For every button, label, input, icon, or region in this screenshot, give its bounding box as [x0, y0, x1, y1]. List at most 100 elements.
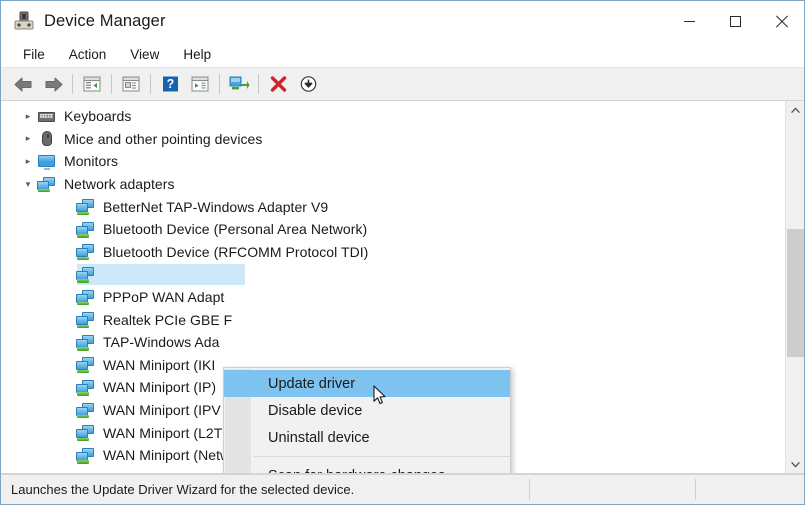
scrollbar-thumb[interactable]: [787, 229, 804, 357]
network-adapter-icon: [76, 425, 95, 441]
minimize-icon: [684, 21, 695, 22]
status-bar-text: Launches the Update Driver Wizard for th…: [1, 482, 354, 497]
network-adapter-icon: [76, 380, 95, 396]
tree-row-label: PPPoP WAN Adapt: [103, 289, 224, 305]
toolbar-separator-1: [72, 74, 73, 94]
tree-row-label: TAP-Windows Ada: [103, 334, 219, 350]
device-tree-pane: ▸Keyboards▸Mice and other pointing devic…: [1, 101, 804, 474]
scroll-down-icon: [791, 461, 800, 468]
selection-highlight: [77, 264, 245, 285]
disable-device-button[interactable]: [293, 71, 323, 98]
context-menu-separator: [254, 456, 510, 457]
tree-row-label: Monitors: [64, 153, 118, 169]
maximize-button[interactable]: [712, 1, 758, 41]
tree-row[interactable]: ▸ Monitors: [1, 150, 784, 173]
tree-row-label: WAN Miniport (IP): [103, 379, 216, 395]
mouse-icon: [42, 131, 52, 146]
menu-file[interactable]: File: [12, 44, 56, 65]
tree-row[interactable]: BetterNet TAP-Windows Adapter V9: [1, 195, 784, 218]
tree-row-label: Bluetooth Device (Personal Area Network): [103, 221, 367, 237]
close-button[interactable]: [758, 1, 804, 41]
tree-row[interactable]: Realtek PCIe GBE F: [1, 308, 784, 331]
back-arrow-icon: [13, 76, 34, 93]
window-title: Device Manager: [44, 12, 166, 31]
network-adapter-icon: [76, 290, 95, 306]
status-divider-2: [695, 479, 696, 500]
network-adapter-icon: [76, 244, 95, 260]
svg-text:?: ?: [166, 77, 174, 91]
context-menu-item[interactable]: Uninstall device: [224, 424, 510, 451]
toolbar-separator-5: [258, 74, 259, 94]
chevron-right-icon[interactable]: ▸: [19, 156, 37, 167]
menu-help[interactable]: Help: [172, 44, 222, 65]
scroll-up-button[interactable]: [786, 101, 804, 119]
tree-row[interactable]: Bluetooth Device (RFCOMM Protocol TDI): [1, 241, 784, 264]
scroll-up-icon: [791, 107, 800, 114]
show-hide-action-pane-button[interactable]: [185, 71, 215, 98]
tree-row[interactable]: PPPoP WAN Adapt: [1, 286, 784, 309]
tree-row[interactable]: TAP-Windows Ada: [1, 331, 784, 354]
chevron-right-icon[interactable]: ▸: [19, 133, 37, 144]
back-button[interactable]: [8, 71, 38, 98]
network-adapter-icon: [76, 335, 95, 351]
show-hide-action-pane-icon: [190, 75, 210, 93]
caption-button-group: [666, 1, 804, 41]
context-menu-item[interactable]: Scan for hardware changes: [224, 462, 510, 474]
toolbar: ?: [1, 68, 804, 101]
menu-bar: File Action View Help: [1, 41, 804, 68]
network-adapter-icon: [76, 199, 95, 215]
uninstall-device-icon: [269, 75, 288, 93]
network-adapter-icon: [76, 448, 95, 464]
properties-icon: [121, 75, 141, 93]
tree-row[interactable]: Bluetooth Device (Personal Area Network): [1, 218, 784, 241]
tree-row[interactable]: ▸Keyboards: [1, 105, 784, 128]
status-divider-1: [529, 479, 530, 500]
network-adapter-icon: [76, 222, 95, 238]
tree-row[interactable]: ▾ Network adapters: [1, 173, 784, 196]
scan-for-hardware-changes-button[interactable]: [224, 71, 254, 98]
tree-row-label: WAN Miniport (IKI: [103, 357, 215, 373]
monitor-icon: [38, 155, 55, 167]
uninstall-device-button[interactable]: [263, 71, 293, 98]
tree-row-label: Network adapters: [64, 176, 175, 192]
context-menu[interactable]: Update driverDisable deviceUninstall dev…: [223, 367, 511, 474]
tree-row-label: WAN Miniport (L2TP): [103, 425, 236, 441]
network-adapter-icon: [76, 357, 95, 373]
chevron-down-icon[interactable]: ▾: [19, 179, 37, 190]
minimize-button[interactable]: [666, 1, 712, 41]
chevron-right-icon[interactable]: ▸: [19, 111, 37, 122]
tree-row-label: BetterNet TAP-Windows Adapter V9: [103, 199, 328, 215]
properties-button[interactable]: [116, 71, 146, 98]
maximize-icon: [730, 16, 741, 27]
close-icon: [775, 15, 788, 28]
toolbar-separator-3: [150, 74, 151, 94]
network-adapter-icon: [76, 403, 95, 419]
tree-row-label: Bluetooth Device (RFCOMM Protocol TDI): [103, 244, 368, 260]
context-menu-item[interactable]: Update driver: [224, 370, 510, 397]
device-manager-window: Device Manager File Action View Help: [0, 0, 805, 505]
title-bar: Device Manager: [1, 1, 804, 41]
tree-row[interactable]: ▸ Mice and other pointing devices: [1, 128, 784, 151]
disable-device-icon: [299, 75, 318, 93]
help-button[interactable]: ?: [155, 71, 185, 98]
status-bar: Launches the Update Driver Wizard for th…: [1, 474, 804, 504]
show-hide-console-tree-button[interactable]: [77, 71, 107, 98]
toolbar-separator-2: [111, 74, 112, 94]
network-adapter-icon: [76, 312, 95, 328]
context-menu-item[interactable]: Disable device: [224, 397, 510, 424]
tree-row-label: WAN Miniport (IPV: [103, 402, 221, 418]
forward-button[interactable]: [38, 71, 68, 98]
tree-row-label: Realtek PCIe GBE F: [103, 312, 232, 328]
keyboard-icon: [38, 112, 55, 122]
tree-row-label: Mice and other pointing devices: [64, 131, 262, 147]
show-hide-console-tree-icon: [82, 75, 102, 93]
forward-arrow-icon: [43, 76, 64, 93]
network-adapter-icon: [76, 267, 95, 283]
scroll-down-button[interactable]: [786, 455, 804, 473]
menu-view[interactable]: View: [119, 44, 170, 65]
menu-action[interactable]: Action: [58, 44, 118, 65]
vertical-scrollbar[interactable]: [785, 101, 804, 473]
scan-for-hardware-changes-icon: [228, 75, 250, 93]
device-manager-icon: [13, 10, 35, 32]
tree-row[interactable]: Intel(R) Dual Band: [1, 263, 784, 286]
